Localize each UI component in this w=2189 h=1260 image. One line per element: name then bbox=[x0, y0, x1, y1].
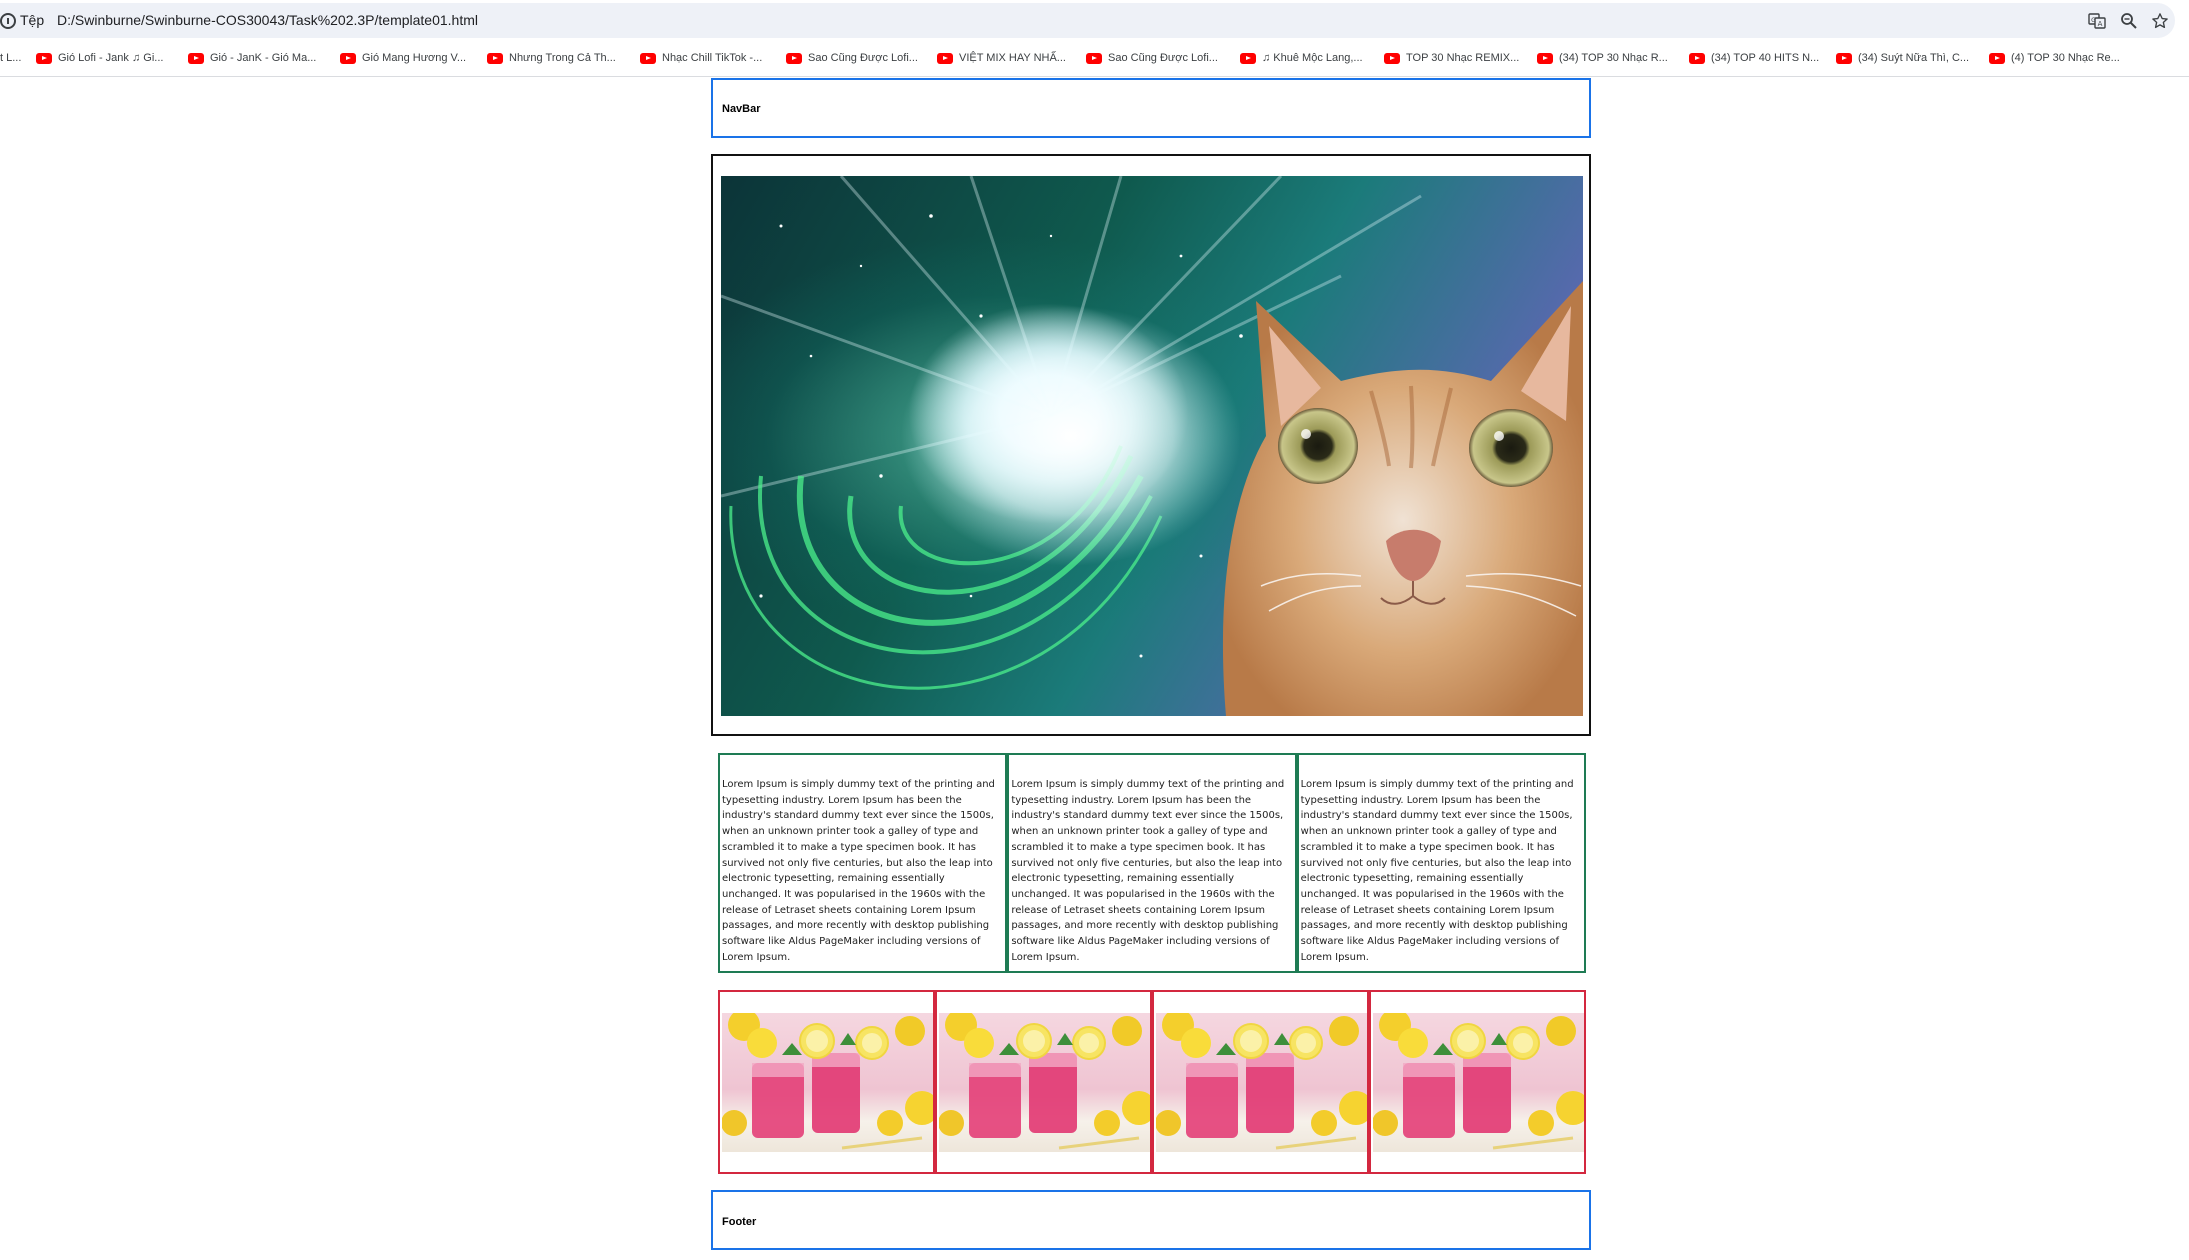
bookmark-label: (34) TOP 30 Nhạc R... bbox=[1559, 52, 1668, 64]
translate-icon[interactable]: AG bbox=[2085, 9, 2109, 33]
space-cat-image bbox=[721, 176, 1583, 716]
hero-section bbox=[711, 154, 1591, 736]
bookmark-label: (34) TOP 40 HITS N... bbox=[1711, 52, 1820, 64]
info-icon[interactable] bbox=[0, 13, 16, 29]
text-columns-row: Lorem Ipsum is simply dummy text of the … bbox=[718, 753, 1586, 973]
gallery-cell bbox=[1369, 990, 1586, 1174]
youtube-icon bbox=[1989, 52, 2005, 64]
bookmark-item[interactable]: TOP 30 Nhạc REMIX... bbox=[1384, 49, 1519, 67]
bookmark-item[interactable]: Sao Cũng Được Lofi... bbox=[786, 49, 918, 67]
bookmark-label: t L... bbox=[0, 52, 22, 64]
bookmark-label: Nhạc Chill TikTok -... bbox=[662, 52, 763, 64]
youtube-icon bbox=[640, 52, 656, 64]
bookmark-label: Gió - JanK - Gió Ma... bbox=[210, 52, 317, 64]
gallery-cell bbox=[1152, 990, 1369, 1174]
gallery-cell bbox=[935, 990, 1152, 1174]
youtube-icon bbox=[1086, 52, 1102, 64]
star-icon[interactable] bbox=[2148, 9, 2172, 33]
bookmarks-bar: t L... Gió Lofi - Jank ♫ Gi... Gió - JanK … bbox=[0, 45, 2189, 69]
toolbar-divider bbox=[0, 76, 2189, 77]
bookmark-label: Gió Mang Hương V... bbox=[362, 52, 467, 64]
youtube-icon bbox=[1537, 52, 1553, 64]
bookmark-item[interactable]: Gió - JanK - Gió Ma... bbox=[188, 49, 316, 67]
text-column: Lorem Ipsum is simply dummy text of the … bbox=[718, 753, 1008, 973]
address-bar[interactable]: Tệp D:/Swinburne/Swinburne-COS30043/Task… bbox=[0, 3, 2175, 38]
navbar-label: NavBar bbox=[722, 103, 761, 115]
youtube-icon bbox=[786, 52, 802, 64]
bookmark-item[interactable]: VIỆT MIX HAY NHẤ... bbox=[937, 49, 1066, 67]
youtube-icon bbox=[188, 52, 204, 64]
scheme-label[interactable]: Tệp bbox=[20, 12, 44, 28]
pink-lemonade-image bbox=[722, 1013, 933, 1152]
gallery-cell bbox=[718, 990, 935, 1174]
svg-text:A: A bbox=[2098, 20, 2103, 28]
bookmark-label: (4) TOP 30 Nhạc Re... bbox=[2011, 52, 2120, 64]
bookmark-item[interactable]: ♫ Khuê Mộc Lang,... bbox=[1240, 49, 1363, 67]
bookmark-item[interactable]: (4) TOP 30 Nhạc Re... bbox=[1989, 49, 2120, 67]
bookmark-item[interactable]: Nhưng Trong Cả Th... bbox=[487, 49, 616, 67]
bookmark-item[interactable]: Gió Mang Hương V... bbox=[340, 49, 466, 67]
bookmark-label: Nhưng Trong Cả Th... bbox=[509, 52, 616, 64]
bookmark-label: Sao Cũng Được Lofi... bbox=[1108, 52, 1218, 64]
youtube-icon bbox=[340, 52, 356, 64]
navbar: NavBar bbox=[711, 78, 1591, 138]
bookmark-item[interactable]: (34) TOP 40 HITS N... bbox=[1689, 49, 1819, 67]
youtube-icon bbox=[1384, 52, 1400, 64]
image-gallery-row bbox=[718, 990, 1586, 1174]
text-column: Lorem Ipsum is simply dummy text of the … bbox=[1007, 753, 1297, 973]
youtube-icon bbox=[1240, 52, 1256, 64]
bookmark-label: Gió Lofi - Jank ♫ Gi... bbox=[58, 52, 164, 64]
bookmark-item[interactable]: Sao Cũng Được Lofi... bbox=[1086, 49, 1218, 67]
youtube-icon bbox=[937, 52, 953, 64]
url-text[interactable]: D:/Swinburne/Swinburne-COS30043/Task%202… bbox=[57, 12, 478, 28]
pink-lemonade-image bbox=[1373, 1013, 1584, 1152]
pink-lemonade-image bbox=[1156, 1013, 1367, 1152]
youtube-icon bbox=[487, 52, 503, 64]
zoom-icon[interactable] bbox=[2117, 9, 2141, 33]
bookmark-label: TOP 30 Nhạc REMIX... bbox=[1406, 52, 1520, 64]
footer: Footer bbox=[711, 1190, 1591, 1250]
bookmark-item[interactable]: (34) TOP 30 Nhạc R... bbox=[1537, 49, 1668, 67]
text-column: Lorem Ipsum is simply dummy text of the … bbox=[1296, 753, 1586, 973]
pink-lemonade-image bbox=[939, 1013, 1150, 1152]
bookmark-item[interactable]: (34) Suýt Nữa Thì, C... bbox=[1836, 49, 1969, 67]
bookmark-label: ♫ Khuê Mộc Lang,... bbox=[1262, 52, 1363, 64]
bookmark-item[interactable]: t L... bbox=[0, 49, 21, 67]
youtube-icon bbox=[1836, 52, 1852, 64]
youtube-icon bbox=[36, 52, 52, 64]
bookmark-item[interactable]: Nhạc Chill TikTok -... bbox=[640, 49, 762, 67]
footer-label: Footer bbox=[722, 1216, 757, 1228]
bookmark-label: VIỆT MIX HAY NHẤ... bbox=[959, 52, 1066, 64]
bookmark-label: (34) Suýt Nữa Thì, C... bbox=[1858, 52, 1970, 64]
svg-text:G: G bbox=[2091, 17, 2096, 24]
browser-chrome: Tệp D:/Swinburne/Swinburne-COS30043/Task… bbox=[0, 0, 2189, 77]
youtube-icon bbox=[1689, 52, 1705, 64]
bookmark-label: Sao Cũng Được Lofi... bbox=[808, 52, 918, 64]
bookmark-item[interactable]: Gió Lofi - Jank ♫ Gi... bbox=[36, 49, 163, 67]
